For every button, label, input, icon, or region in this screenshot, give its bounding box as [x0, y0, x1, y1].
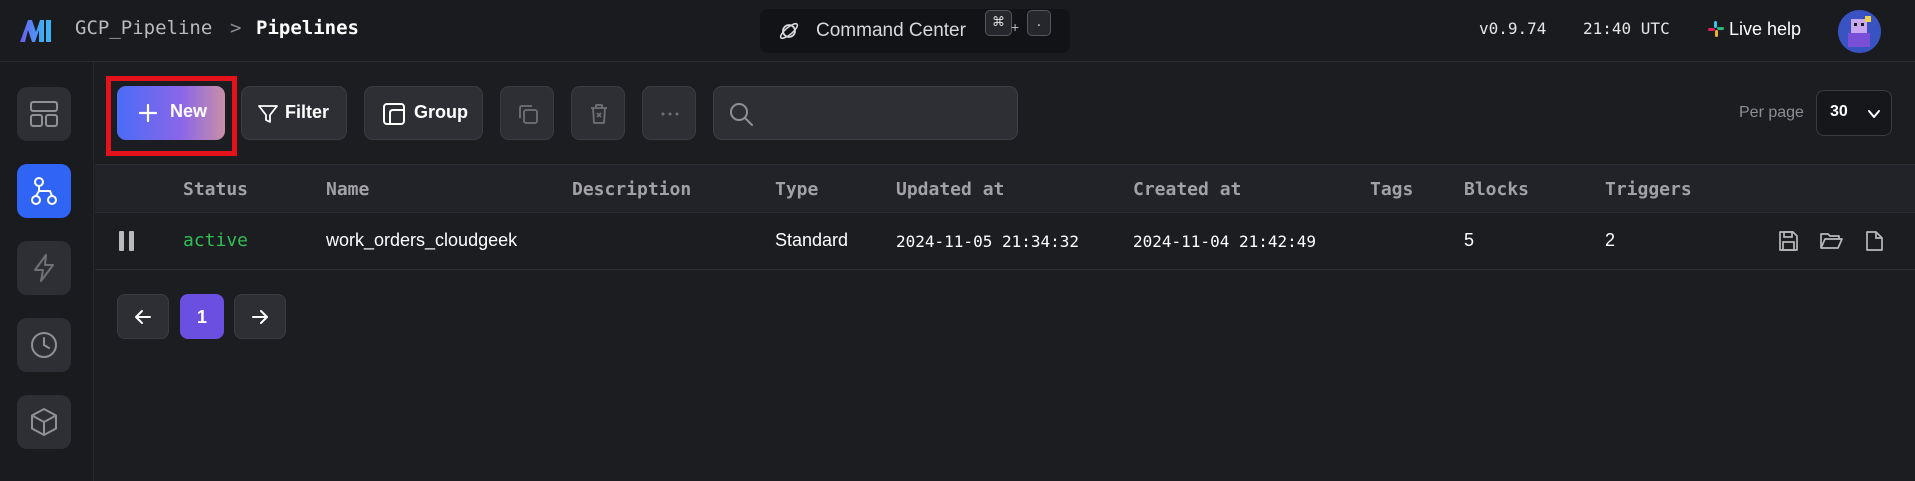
save-icon[interactable]	[1776, 229, 1800, 253]
left-sidebar	[0, 62, 94, 481]
status-badge: active	[183, 230, 249, 251]
filter-button-label: Filter	[285, 102, 330, 122]
user-avatar-icon	[1838, 10, 1881, 53]
current-page-number: 1	[196, 307, 207, 327]
lightning-icon	[34, 254, 54, 282]
page-button-current[interactable]: 1	[180, 294, 224, 339]
breadcrumb-project[interactable]: GCP_Pipeline	[75, 17, 212, 39]
column-header-blocks[interactable]: Blocks	[1464, 179, 1529, 200]
live-help-label: Live help	[1729, 19, 1802, 39]
command-center-button[interactable]: Command Center	[760, 9, 1070, 53]
version-label: v0.9.74	[1479, 19, 1547, 38]
pipeline-updated-at: 2024-11-05 21:34:32	[896, 232, 1080, 251]
top-bar: GCP_Pipeline > Pipelines Command Center …	[0, 0, 1915, 62]
arrow-left-icon	[135, 310, 151, 324]
pipeline-tree-icon	[31, 177, 57, 205]
column-header-created-at[interactable]: Created at	[1133, 179, 1241, 200]
column-header-description[interactable]: Description	[572, 179, 691, 200]
page-title: Pipelines	[256, 17, 359, 39]
column-header-name[interactable]: Name	[326, 179, 369, 200]
more-actions-button[interactable]	[642, 86, 696, 140]
column-header-tags[interactable]: Tags	[1370, 179, 1413, 200]
layout-icon	[30, 101, 58, 127]
per-page-select[interactable]: 30	[1816, 90, 1892, 136]
pipeline-type: Standard	[775, 230, 849, 250]
command-center-label: Command Center	[816, 20, 966, 41]
mage-logo-icon[interactable]	[18, 14, 54, 46]
trash-icon	[591, 104, 607, 124]
planet-icon	[779, 22, 799, 40]
per-page-label: Per page	[1739, 104, 1804, 121]
sidebar-item-blocks[interactable]	[17, 395, 71, 449]
pipeline-created-at: 2024-11-04 21:42:49	[1133, 232, 1317, 251]
filter-button[interactable]: Filter	[241, 86, 347, 140]
clock-label: 21:40 UTC	[1583, 19, 1670, 38]
column-header-status[interactable]: Status	[183, 179, 248, 200]
cube-icon	[31, 408, 57, 436]
chevron-down-icon	[1868, 110, 1880, 118]
column-header-type[interactable]: Type	[775, 179, 818, 200]
shortcut-key-period: .	[1027, 10, 1051, 36]
sidebar-item-pipelines[interactable]	[17, 164, 71, 218]
breadcrumb-separator: >	[230, 17, 242, 39]
search-box[interactable]	[713, 86, 1018, 140]
delete-button[interactable]	[571, 86, 625, 140]
clock-icon	[31, 332, 57, 358]
arrow-right-icon	[252, 310, 268, 324]
group-icon	[383, 103, 405, 125]
sidebar-item-triggers[interactable]	[17, 241, 71, 295]
next-page-button[interactable]	[234, 294, 286, 339]
filter-icon	[258, 105, 278, 123]
slack-icon	[1708, 21, 1724, 37]
avatar[interactable]	[1838, 10, 1881, 53]
group-button-label: Group	[414, 102, 468, 122]
copy-icon	[519, 105, 538, 124]
sidebar-item-overview[interactable]	[17, 87, 71, 141]
folder-open-icon[interactable]	[1819, 229, 1843, 253]
pipeline-name[interactable]: work_orders_cloudgeek	[326, 230, 517, 251]
shortcut-key-cmd: ⌘	[985, 10, 1012, 36]
table-header: Status Name Description Type Updated at …	[95, 164, 1915, 213]
column-header-triggers[interactable]: Triggers	[1605, 179, 1692, 200]
clone-button[interactable]	[500, 86, 554, 140]
highlight-annotation	[106, 76, 237, 156]
sidebar-item-runs[interactable]	[17, 318, 71, 372]
table-row[interactable]: active work_orders_cloudgeek Standard 20…	[95, 213, 1915, 270]
shortcut-plus: +	[1011, 19, 1020, 35]
pipeline-triggers-count: 2	[1605, 230, 1616, 250]
search-input[interactable]	[762, 97, 1007, 129]
file-icon[interactable]	[1862, 229, 1886, 253]
column-header-updated-at[interactable]: Updated at	[896, 179, 1004, 200]
search-icon	[730, 103, 753, 126]
per-page-value: 30	[1830, 103, 1848, 120]
ellipsis-icon	[661, 112, 679, 116]
group-button[interactable]: Group	[364, 86, 483, 140]
pipeline-blocks-count: 5	[1464, 230, 1475, 250]
pause-icon[interactable]	[119, 231, 135, 251]
previous-page-button[interactable]	[117, 294, 169, 339]
